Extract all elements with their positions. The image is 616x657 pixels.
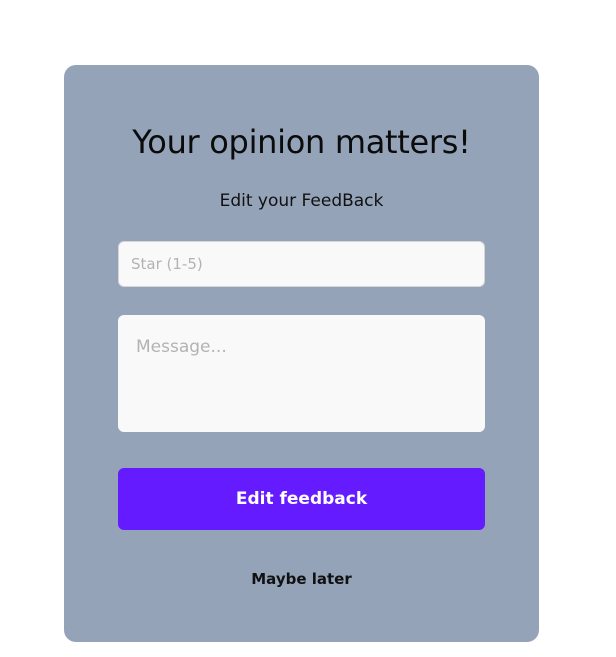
feedback-subtitle: Edit your FeedBack <box>219 191 384 211</box>
message-textarea[interactable] <box>118 315 485 432</box>
maybe-later-link[interactable]: Maybe later <box>64 569 539 589</box>
feedback-card: Your opinion matters! Edit your FeedBack… <box>64 65 539 642</box>
edit-feedback-button[interactable]: Edit feedback <box>118 468 485 530</box>
star-rating-input[interactable] <box>118 241 485 287</box>
feedback-title: Your opinion matters! <box>132 123 471 161</box>
